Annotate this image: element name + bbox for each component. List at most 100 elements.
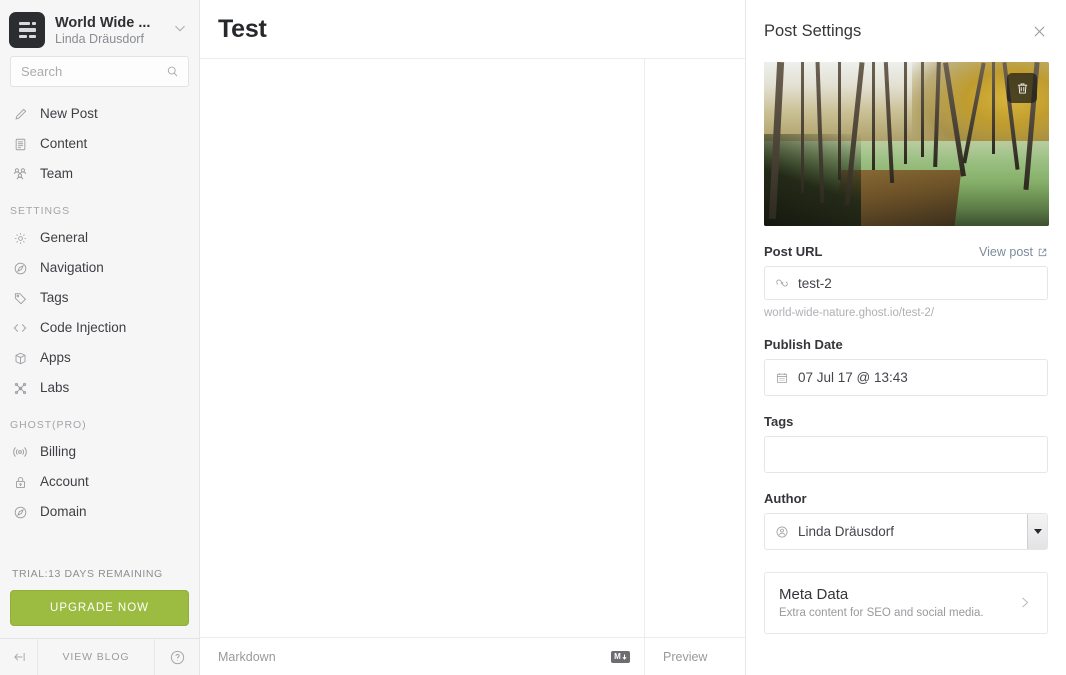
- tag-icon: [10, 290, 30, 307]
- chevron-down-icon[interactable]: [1027, 514, 1047, 549]
- document-icon: [10, 136, 30, 153]
- compass-icon: [10, 504, 30, 521]
- sidebar-item-label: Content: [40, 136, 88, 152]
- blog-logo-icon: [9, 12, 45, 48]
- chevron-down-icon[interactable]: [171, 19, 189, 42]
- link-icon: [775, 276, 789, 290]
- broadcast-icon: [10, 444, 30, 461]
- tags-input-wrapper[interactable]: [764, 436, 1048, 473]
- chevron-right-icon: [1016, 594, 1033, 611]
- blog-name: World Wide ...: [55, 14, 151, 31]
- post-title[interactable]: Test: [218, 15, 267, 44]
- sidebar-item-content[interactable]: Content: [0, 129, 199, 159]
- sidebar-item-label: Team: [40, 166, 74, 182]
- sidebar-footer: VIEW BLOG: [0, 638, 199, 675]
- publish-date-field: Publish Date: [764, 337, 1048, 396]
- markdown-badge-letter: M: [614, 651, 621, 661]
- sidebar-section-settings: SETTINGS: [10, 205, 71, 217]
- code-icon: [10, 320, 30, 337]
- blog-user-name: Linda Dräusdorf: [55, 31, 144, 46]
- sidebar-item-code-injection[interactable]: Code Injection: [0, 313, 199, 343]
- flask-icon: [10, 380, 30, 397]
- sidebar-item-domain[interactable]: Domain: [0, 497, 199, 527]
- post-url-full: world-wide-nature.ghost.io/test-2/: [764, 307, 935, 319]
- editor-title-bar: Test: [200, 0, 745, 59]
- publish-date-input[interactable]: [798, 370, 1037, 385]
- sidebar-section-ghost-pro: GHOST(PRO): [10, 419, 87, 431]
- view-post-link[interactable]: View post: [979, 245, 1048, 259]
- tags-label: Tags: [764, 414, 794, 429]
- sidebar-item-team[interactable]: Team: [0, 159, 199, 189]
- post-url-label: Post URL: [764, 244, 823, 259]
- author-label: Author: [764, 491, 807, 506]
- author-select-wrapper[interactable]: Linda Dräusdorf: [764, 513, 1048, 550]
- sidebar: World Wide ... Linda Dräusdorf New Post: [0, 0, 200, 675]
- post-url-input[interactable]: [798, 275, 1037, 291]
- external-link-icon: [1038, 248, 1047, 256]
- featured-image[interactable]: [764, 62, 1049, 226]
- preview-pane: [645, 59, 745, 637]
- tags-input[interactable]: [775, 447, 1037, 462]
- search-container: [0, 56, 199, 97]
- box-icon: [10, 350, 30, 367]
- preview-label: Preview: [663, 649, 708, 664]
- publish-date-input-wrapper[interactable]: [764, 359, 1048, 396]
- tags-header: Tags: [764, 414, 1048, 429]
- sidebar-item-label: New Post: [40, 106, 98, 122]
- sidebar-item-tags[interactable]: Tags: [0, 283, 199, 313]
- post-settings-panel: Post Settings Post URL View post test-2 …: [745, 0, 1066, 675]
- post-settings-body: Post URL View post world-wide-nature.gho…: [746, 62, 1066, 675]
- people-icon: [10, 166, 30, 183]
- markdown-footer: Markdown M: [200, 638, 645, 675]
- trial-area: TRIAL:13 DAYS REMAINING UPGRADE NOW: [0, 556, 199, 638]
- view-blog-button[interactable]: VIEW BLOG: [38, 639, 155, 675]
- markdown-label: Markdown: [218, 649, 276, 664]
- post-settings-header: Post Settings: [746, 0, 1066, 62]
- help-icon[interactable]: [155, 639, 199, 675]
- blog-meta: World Wide ... Linda Dräusdorf: [55, 15, 171, 46]
- sidebar-item-new-post[interactable]: New Post: [0, 99, 199, 129]
- lock-icon: [10, 474, 30, 491]
- publish-date-header: Publish Date: [764, 337, 1048, 352]
- search-input[interactable]: [11, 57, 188, 86]
- search-icon: [165, 64, 180, 79]
- calendar-icon: [775, 371, 789, 385]
- sidebar-item-label: Code Injection: [40, 320, 127, 336]
- tags-field: Tags: [764, 414, 1048, 473]
- post-url-input-wrapper[interactable]: [764, 266, 1048, 300]
- post-settings-title: Post Settings: [764, 21, 862, 40]
- upgrade-now-button[interactable]: UPGRADE NOW: [10, 590, 189, 626]
- sidebar-item-general[interactable]: General: [0, 223, 199, 253]
- meta-data-text: Meta Data Extra content for SEO and soci…: [779, 586, 984, 619]
- sidebar-item-billing[interactable]: Billing: [0, 437, 199, 467]
- app-root: World Wide ... Linda Dräusdorf New Post: [0, 0, 1066, 675]
- view-post-label: View post: [979, 245, 1033, 259]
- sidebar-item-label: Billing: [40, 444, 77, 460]
- author-header: Author: [764, 491, 1048, 506]
- sidebar-item-label: Labs: [40, 380, 70, 396]
- blog-switcher[interactable]: World Wide ... Linda Dräusdorf: [0, 0, 199, 56]
- search-box[interactable]: [10, 56, 189, 87]
- trash-icon[interactable]: [1007, 73, 1037, 103]
- post-url-field: Post URL View post world-wide-nature.gho…: [764, 244, 1048, 319]
- sidebar-item-labs[interactable]: Labs: [0, 373, 199, 403]
- editor-body: [200, 59, 745, 637]
- author-value: Linda Dräusdorf: [798, 524, 895, 539]
- trial-status-text: TRIAL:13 DAYS REMAINING: [12, 568, 163, 580]
- sidebar-nav: New Post Content Team SETTINGS General N…: [0, 97, 199, 556]
- author-select[interactable]: Linda Dräusdorf: [764, 513, 1048, 550]
- meta-data-card[interactable]: Meta Data Extra content for SEO and soci…: [764, 572, 1048, 634]
- sidebar-item-label: Navigation: [40, 260, 104, 276]
- collapse-arrow-icon[interactable]: [0, 639, 38, 675]
- gear-icon: [10, 230, 30, 247]
- sidebar-item-apps[interactable]: Apps: [0, 343, 199, 373]
- markdown-editor-pane[interactable]: [200, 59, 645, 637]
- sidebar-item-account[interactable]: Account: [0, 467, 199, 497]
- meta-data-subtitle: Extra content for SEO and social media.: [779, 607, 984, 619]
- close-icon[interactable]: [1031, 23, 1048, 40]
- markdown-help-icon[interactable]: M: [611, 650, 630, 663]
- sidebar-item-navigation[interactable]: Navigation: [0, 253, 199, 283]
- sidebar-item-label: Apps: [40, 350, 71, 366]
- post-url-header: Post URL View post: [764, 244, 1048, 259]
- sidebar-item-label: Tags: [40, 290, 69, 306]
